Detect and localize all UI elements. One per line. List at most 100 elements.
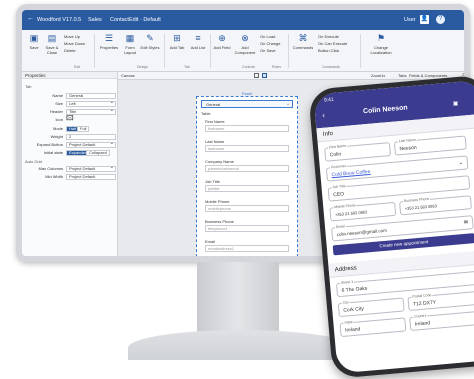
field-input[interactable]: jobtitle xyxy=(205,185,289,192)
chevron-down-icon[interactable]: ⌄ xyxy=(458,160,463,166)
save-close-button[interactable]: ▤ Save & Close xyxy=(43,33,61,55)
weight-row: Weight 2 xyxy=(22,134,118,140)
delete-button[interactable]: Delete xyxy=(64,47,85,54)
group-label-tab: Tab xyxy=(184,65,190,69)
divider xyxy=(288,34,289,68)
group-label-controls: Controls xyxy=(242,65,256,69)
general-tab-header[interactable]: General ^ xyxy=(201,100,293,108)
move-up-button[interactable]: Move Up xyxy=(64,33,85,40)
field-label: Company Name xyxy=(205,159,234,164)
phone-screen: 9:41 ‹ Colin Neeson ▣ Info First Name Col… xyxy=(313,79,474,374)
user-avatar-icon[interactable]: 👤 xyxy=(420,15,429,24)
monitor-stand xyxy=(197,262,279,332)
edit-actions: Move Up Move Down Delete xyxy=(64,33,85,54)
field-label: First Name xyxy=(205,119,225,124)
on-can-execute-button[interactable]: On Can Execute xyxy=(318,40,347,47)
save-close-icon: ▤ xyxy=(47,33,57,43)
localization-icon: ⚑ xyxy=(376,33,386,43)
tab-sales[interactable]: Sales xyxy=(88,17,102,23)
section-tab: Tab xyxy=(25,84,32,89)
name-input[interactable]: General xyxy=(66,93,116,99)
chevron-up-icon[interactable]: ^ xyxy=(287,101,289,108)
properties-button[interactable]: ☰ Properties xyxy=(98,33,120,50)
button-click-button[interactable]: Button Click xyxy=(318,47,347,54)
initial-state-row: Initial state Expanded Collapsed xyxy=(22,150,118,156)
collapsed-button[interactable]: Collapsed xyxy=(86,150,110,156)
zoom-select[interactable]: 1x xyxy=(381,73,385,78)
tablet-view-icon[interactable] xyxy=(262,73,267,78)
move-down-button[interactable]: Move Down xyxy=(64,40,85,47)
field-input[interactable]: parentcustomerid xyxy=(205,165,289,172)
add-tab-button[interactable]: ⊞ Add Tab xyxy=(167,33,187,50)
edit-styles-button[interactable]: ✎ Edit Styles xyxy=(140,33,160,50)
desktop-view-icon[interactable] xyxy=(254,73,259,78)
expand-select[interactable]: Project Default xyxy=(66,141,116,148)
postal-code-field[interactable]: Postal Code T12 DX7Y xyxy=(407,290,474,312)
section-auto-grid: Auto Grid xyxy=(25,159,42,164)
add-list-button[interactable]: ≡ Add List xyxy=(188,33,208,50)
save-button[interactable]: ▣ Save xyxy=(27,33,41,50)
city-field[interactable]: City Cork City xyxy=(337,297,405,318)
back-arrow-icon[interactable]: ← xyxy=(27,15,34,22)
max-columns-select[interactable]: Project Default xyxy=(66,165,116,172)
form-layout-button[interactable]: ▦ Form Layout xyxy=(122,33,138,55)
max-columns-row: Max Columns Project Default xyxy=(22,165,118,172)
commands-button[interactable]: ⌘ Commands xyxy=(290,33,316,50)
group-label-rules: Rules xyxy=(272,65,281,69)
field-input[interactable]: lastname xyxy=(205,145,289,152)
properties-header: Properties xyxy=(22,72,117,79)
form-panel[interactable]: Panel General ^ Table First Name firstname… xyxy=(196,91,298,256)
zoom-label: Zoom xyxy=(371,73,382,78)
business-phone-field[interactable]: Business Phone +353 21 583 0863 xyxy=(399,195,473,216)
mode-row: Mode Half Full xyxy=(22,126,118,132)
canvas-label: Canvas xyxy=(121,73,135,78)
divider xyxy=(360,34,361,68)
field-input[interactable]: telephone1 xyxy=(205,225,289,232)
table-label: Table xyxy=(201,111,211,116)
save-icon[interactable]: ▣ xyxy=(452,100,459,107)
phone-device: 9:41 ‹ Colin Neeson ▣ Info First Name Col… xyxy=(308,74,474,379)
change-localization-button[interactable]: ⚑ Change Localization xyxy=(364,33,398,55)
last-name-field[interactable]: Last Name Neeson xyxy=(393,135,467,156)
first-name-field[interactable]: First Name Colin xyxy=(324,142,392,162)
mode-full-button[interactable]: Full xyxy=(77,126,90,132)
on-change-button[interactable]: On Change xyxy=(260,40,280,47)
image-icon[interactable]: 🖾 xyxy=(66,115,74,122)
size-row: Size Left xyxy=(22,100,118,107)
field-input[interactable]: emailaddress1 xyxy=(205,245,289,252)
user-label[interactable]: User xyxy=(404,17,416,23)
monitor-base xyxy=(128,330,354,360)
weight-input[interactable]: 2 xyxy=(66,134,116,140)
size-select[interactable]: Left xyxy=(66,100,116,107)
contact-name: Colin Neeson xyxy=(362,104,408,116)
on-save-button[interactable]: On Save xyxy=(260,47,280,54)
add-tab-icon: ⊞ xyxy=(173,33,181,43)
add-component-button[interactable]: ⊗ Add Component xyxy=(232,33,258,55)
on-load-button[interactable]: On Load xyxy=(260,33,280,40)
add-component-icon: ⊗ xyxy=(241,33,249,43)
field-input[interactable]: mobilephone xyxy=(205,205,289,212)
on-execute-button[interactable]: On Execute xyxy=(318,33,347,40)
min-width-input[interactable]: Project Default xyxy=(66,174,116,180)
mobile-phone-field[interactable]: Mobile Phone +353 21 583 0863 xyxy=(329,201,397,222)
name-row: Name General xyxy=(22,93,118,99)
help-icon[interactable]: ? xyxy=(436,15,445,24)
divider xyxy=(94,34,95,68)
group-label-edit: Edit xyxy=(74,65,81,69)
mail-icon[interactable]: ✉ xyxy=(464,220,469,226)
country-field[interactable]: Country Ireland xyxy=(409,310,474,331)
properties-icon: ☰ xyxy=(104,33,114,43)
command-actions: On Execute On Can Execute Button Click xyxy=(318,33,347,54)
commands-icon: ⌘ xyxy=(298,33,308,43)
field-label: Job Title xyxy=(205,179,220,184)
rules-actions: On Load On Change On Save xyxy=(260,33,280,54)
add-list-icon: ≡ xyxy=(195,33,201,43)
add-field-button[interactable]: ⊕ Add Field xyxy=(212,33,232,50)
properties-panel: Properties Tab NameGeneral SizeLeft Head… xyxy=(22,72,118,256)
state-field[interactable]: State Ireland xyxy=(339,317,407,338)
title-bar: ← Woodford V17.0.5 Sales ContactEdit · D… xyxy=(22,10,464,30)
back-chevron-icon[interactable]: ‹ xyxy=(322,111,325,120)
brush-icon: ✎ xyxy=(146,33,154,43)
field-input[interactable]: firstname xyxy=(205,125,289,132)
canvas-toolbar: Canvas Zoom 1x Tabs Fields & Components … xyxy=(118,72,464,80)
